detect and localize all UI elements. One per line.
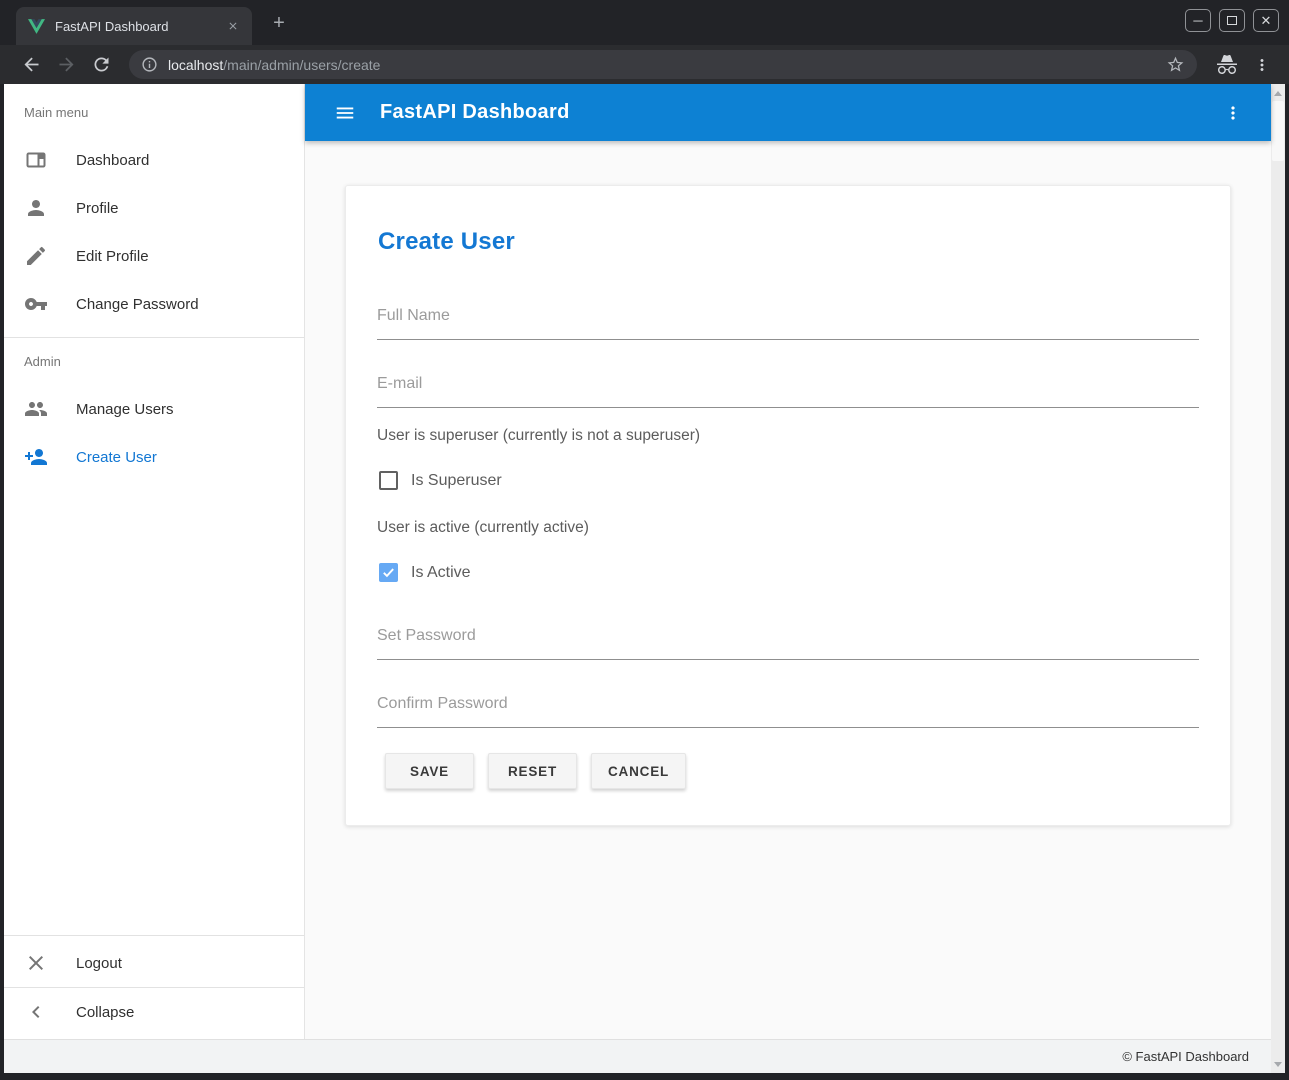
app-bar: FastAPI Dashboard: [305, 84, 1271, 141]
sidebar-section-admin: Admin: [24, 354, 61, 369]
sidebar-item-collapse[interactable]: Collapse: [4, 988, 304, 1036]
email-input[interactable]: [377, 366, 1199, 408]
scrollbar-up-arrow[interactable]: [1271, 86, 1285, 100]
superuser-hint: User is superuser (currently is not a su…: [377, 427, 700, 445]
sidebar-item-create-user[interactable]: Create User: [4, 433, 304, 481]
window-maximize-button[interactable]: [1219, 9, 1245, 32]
main-area: FastAPI Dashboard Create User User is su…: [305, 84, 1271, 1039]
browser-menu-icon[interactable]: [1253, 56, 1271, 74]
close-icon: [24, 951, 48, 975]
sidebar-item-label: Logout: [76, 955, 122, 972]
reset-button[interactable]: RESET: [488, 753, 577, 789]
sidebar-item-change-password[interactable]: Change Password: [4, 280, 304, 328]
new-tab-button[interactable]: +: [266, 11, 292, 37]
cancel-button[interactable]: CANCEL: [591, 753, 686, 789]
confirm-password-field: [377, 686, 1199, 728]
key-icon: [24, 292, 48, 316]
full-name-field: [377, 298, 1199, 340]
is-active-checkbox-row[interactable]: Is Active: [379, 563, 471, 582]
is-active-checkbox[interactable]: [379, 563, 398, 582]
hamburger-menu-icon[interactable]: [334, 102, 356, 124]
window-controls: ─ ✕: [1185, 9, 1279, 32]
set-password-input[interactable]: [377, 618, 1199, 660]
group-icon: [24, 397, 48, 421]
address-bar[interactable]: localhost/main/admin/users/create: [129, 50, 1197, 79]
is-active-label: Is Active: [411, 564, 471, 582]
sidebar-item-label: Manage Users: [76, 401, 174, 418]
sidebar-item-profile[interactable]: Profile: [4, 184, 304, 232]
page-scrollbar[interactable]: [1271, 84, 1285, 1073]
browser-window: FastAPI Dashboard + ─ ✕ localhost/main/a…: [0, 0, 1289, 1080]
appbar-menu-icon[interactable]: [1223, 103, 1243, 123]
email-field: [377, 366, 1199, 408]
create-user-card: Create User User is superuser (currently…: [345, 185, 1231, 826]
window-close-button[interactable]: ✕: [1253, 9, 1279, 32]
browser-tab-bar: FastAPI Dashboard + ─ ✕: [0, 0, 1289, 45]
url-text[interactable]: localhost/main/admin/users/create: [168, 57, 1166, 73]
sidebar-item-label: Change Password: [76, 296, 199, 313]
browser-toolbar: localhost/main/admin/users/create: [0, 45, 1289, 84]
save-button[interactable]: SAVE: [385, 753, 474, 789]
confirm-password-input[interactable]: [377, 686, 1199, 728]
sidebar-item-label: Profile: [76, 200, 119, 217]
incognito-icon[interactable]: [1215, 53, 1239, 77]
active-hint: User is active (currently active): [377, 519, 589, 537]
sidebar-item-label: Edit Profile: [76, 248, 149, 265]
sidebar-item-label: Create User: [76, 449, 157, 466]
bookmark-star-icon[interactable]: [1166, 55, 1185, 74]
sidebar-divider: [4, 337, 304, 338]
page-content: Main menu Dashboard Profile Edit Profile: [4, 84, 1285, 1073]
chevron-left-icon: [24, 1000, 48, 1024]
tab-title: FastAPI Dashboard: [55, 19, 224, 34]
pencil-icon: [24, 244, 48, 268]
browser-tab[interactable]: FastAPI Dashboard: [16, 7, 252, 45]
is-superuser-checkbox-row[interactable]: Is Superuser: [379, 471, 502, 490]
scrollbar-down-arrow[interactable]: [1271, 1057, 1285, 1071]
reload-icon[interactable]: [91, 54, 112, 75]
set-password-field: [377, 618, 1199, 660]
sidebar-item-logout[interactable]: Logout: [4, 939, 304, 987]
page-title: Create User: [378, 228, 515, 256]
scrollbar-thumb[interactable]: [1272, 101, 1284, 161]
person-icon: [24, 196, 48, 220]
window-minimize-button[interactable]: ─: [1185, 9, 1211, 32]
sidebar-section-main-menu: Main menu: [24, 105, 88, 120]
sidebar-item-label: Collapse: [76, 1004, 134, 1021]
form-buttons: SAVE RESET CANCEL: [385, 753, 686, 789]
sidebar: Main menu Dashboard Profile Edit Profile: [4, 84, 305, 1039]
appbar-title: FastAPI Dashboard: [380, 101, 1223, 124]
sidebar-item-manage-users[interactable]: Manage Users: [4, 385, 304, 433]
url-path: /main/admin/users/create: [223, 57, 380, 73]
forward-icon[interactable]: [56, 54, 77, 75]
check-icon: [381, 565, 396, 580]
sidebar-divider: [4, 935, 304, 936]
tab-close-icon[interactable]: [224, 17, 242, 35]
vue-logo-icon: [28, 19, 45, 34]
person-add-icon: [24, 445, 48, 469]
page-footer: © FastAPI Dashboard: [4, 1039, 1271, 1073]
dashboard-icon: [24, 148, 48, 172]
copyright-text: © FastAPI Dashboard: [1122, 1049, 1249, 1064]
full-name-input[interactable]: [377, 298, 1199, 340]
is-superuser-checkbox[interactable]: [379, 471, 398, 490]
sidebar-item-dashboard[interactable]: Dashboard: [4, 136, 304, 184]
sidebar-item-edit-profile[interactable]: Edit Profile: [4, 232, 304, 280]
site-info-icon[interactable]: [141, 56, 158, 73]
url-host: localhost: [168, 57, 223, 73]
is-superuser-label: Is Superuser: [411, 472, 502, 490]
sidebar-item-label: Dashboard: [76, 152, 149, 169]
back-icon[interactable]: [21, 54, 42, 75]
